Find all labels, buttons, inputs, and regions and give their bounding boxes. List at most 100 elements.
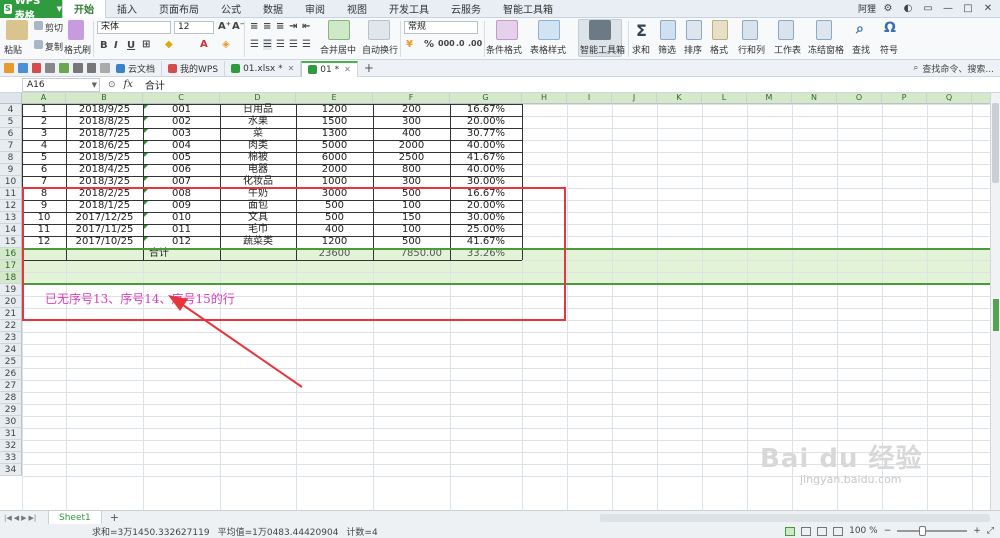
page-break-icon[interactable] [817, 526, 828, 536]
zoom-out-icon[interactable]: − [884, 526, 892, 536]
close-tab-icon[interactable]: ✕ [288, 64, 295, 73]
open-icon[interactable] [4, 63, 14, 73]
indent-icon[interactable]: ⇥ [289, 21, 297, 32]
undo-icon[interactable] [72, 63, 83, 73]
distribute-icon[interactable]: ☰ [302, 39, 311, 50]
column-header-q[interactable]: Q [927, 93, 972, 104]
freeze-icon[interactable] [816, 20, 832, 40]
close-icon[interactable]: ✕ [980, 2, 996, 16]
copy-button[interactable]: 复制 [45, 40, 63, 53]
currency-icon[interactable]: ¥ [406, 39, 413, 50]
thousands-icon[interactable]: 000 [438, 39, 455, 48]
format-icon[interactable] [712, 20, 728, 40]
increase-decimal-icon[interactable]: .0 [456, 39, 465, 48]
table-cell[interactable]: 16.67% [450, 104, 522, 116]
customize-icon[interactable] [100, 63, 110, 73]
align-left-icon[interactable]: ☰ [250, 39, 259, 50]
worksheet-button[interactable]: 工作表 [774, 43, 801, 56]
fx-icon[interactable]: fx [124, 79, 133, 90]
table-style-icon[interactable] [538, 20, 560, 40]
clear-format-icon[interactable]: ◈ [222, 39, 230, 50]
align-top-icon[interactable]: ≡ [250, 21, 258, 32]
settings-icon[interactable]: ⚙ [880, 2, 896, 16]
menu-tab-3[interactable]: 公式 [210, 0, 252, 18]
sheet-tab-sheet1[interactable]: Sheet1 [48, 510, 102, 525]
menu-tab-6[interactable]: 视图 [336, 0, 378, 18]
copy-icon[interactable] [34, 40, 43, 49]
wrap-text-button[interactable]: 自动换行 [362, 43, 398, 56]
column-header-j[interactable]: J [612, 93, 657, 104]
column-header-r[interactable]: R [972, 93, 990, 104]
symbol-button[interactable]: 符号 [880, 43, 898, 56]
decrease-decimal-icon[interactable]: .00 [468, 39, 482, 48]
doc-tab-0[interactable]: 云文档 [110, 60, 163, 77]
minimize-icon[interactable]: — [940, 2, 956, 16]
align-bottom-icon[interactable]: ≡ [276, 21, 284, 32]
bold-icon[interactable]: B [100, 40, 108, 51]
prev-sheet-icon[interactable]: ◀ [14, 514, 19, 522]
print-icon[interactable] [45, 63, 55, 73]
menu-tab-1[interactable]: 插入 [106, 0, 148, 18]
column-header-p[interactable]: P [882, 93, 927, 104]
menu-tab-9[interactable]: 智能工具箱 [492, 0, 564, 18]
filter-button[interactable]: 筛选 [658, 43, 676, 56]
italic-icon[interactable]: I [114, 40, 118, 51]
user-name[interactable]: 阿狸 [858, 2, 876, 15]
close-tab-icon[interactable]: ✕ [344, 65, 351, 74]
doc-tab-2[interactable]: 01.xlsx * ✕ [225, 60, 302, 77]
zoom-formula-icon[interactable]: ⊙ [108, 80, 116, 90]
column-header-i[interactable]: I [567, 93, 612, 104]
menu-tab-4[interactable]: 数据 [252, 0, 294, 18]
cell-name-box[interactable]: A16 ▼ [22, 77, 100, 92]
column-header-k[interactable]: K [657, 93, 702, 104]
first-sheet-icon[interactable]: |◀ [4, 514, 12, 522]
next-sheet-icon[interactable]: ▶ [21, 514, 26, 522]
symbol-icon[interactable]: Ω [884, 20, 896, 36]
add-sheet-button[interactable]: + [102, 511, 127, 524]
scroll-thumb[interactable] [992, 103, 999, 183]
preview-icon[interactable] [59, 63, 69, 73]
border-icon[interactable]: ⊞ [142, 39, 150, 50]
worksheet-icon[interactable] [778, 20, 794, 40]
app-menu-button[interactable]: S WPS 表格 ▼ [0, 0, 62, 22]
outdent-icon[interactable]: ⇤ [302, 21, 310, 32]
column-header-n[interactable]: N [792, 93, 837, 104]
find-icon[interactable]: ⌕ [856, 21, 864, 37]
menu-tab-0[interactable]: 开始 [62, 0, 106, 18]
page-layout-icon[interactable] [801, 526, 812, 536]
paste-button[interactable]: 粘贴 [4, 43, 22, 56]
doc-tab-1[interactable]: 我的WPS [162, 60, 226, 77]
search-command[interactable]: ⌕ 查找命令、搜索... [913, 62, 1000, 75]
menu-tab-2[interactable]: 页面布局 [148, 0, 210, 18]
percent-icon[interactable]: % [424, 39, 434, 50]
column-header-o[interactable]: O [837, 93, 882, 104]
spreadsheet-grid[interactable]: ABCDEFGHIJKLMNOPQR4567891011121314151617… [0, 93, 990, 510]
table-cell[interactable]: 40.00% [450, 140, 522, 152]
underline-icon[interactable]: U [127, 40, 135, 51]
cut-button[interactable]: 剪切 [45, 21, 63, 34]
merge-center-button[interactable]: 合并居中 [320, 43, 356, 56]
sort-icon[interactable] [686, 20, 702, 40]
merge-center-icon[interactable] [328, 20, 350, 40]
font-name-select[interactable]: 宋体 [97, 21, 171, 34]
reading-mode-icon[interactable] [833, 526, 844, 536]
format-painter-button[interactable]: 格式刷 [64, 43, 91, 56]
menu-tab-8[interactable]: 云服务 [440, 0, 492, 18]
row-col-icon[interactable] [742, 20, 758, 40]
zoom-level[interactable]: 100 % [849, 526, 878, 536]
font-color-icon[interactable]: A [200, 39, 208, 50]
side-panel-handle[interactable] [993, 299, 999, 331]
sum-icon[interactable]: Σ [636, 21, 647, 40]
last-sheet-icon[interactable]: ▶| [29, 514, 37, 522]
export-pdf-icon[interactable] [31, 63, 42, 73]
new-tab-button[interactable]: + [358, 61, 380, 75]
align-right-icon[interactable]: ☰ [276, 39, 285, 50]
find-button[interactable]: 查找 [852, 43, 870, 56]
font-size-select[interactable]: 12 [174, 21, 214, 34]
cut-icon[interactable] [34, 21, 43, 30]
wrap-text-icon[interactable] [368, 20, 390, 40]
align-middle-icon[interactable]: ≡ [263, 21, 271, 32]
maximize-icon[interactable]: □ [960, 2, 976, 16]
doc-tab-3[interactable]: 01 * ✕ [301, 60, 358, 77]
menu-tab-7[interactable]: 开发工具 [378, 0, 440, 18]
